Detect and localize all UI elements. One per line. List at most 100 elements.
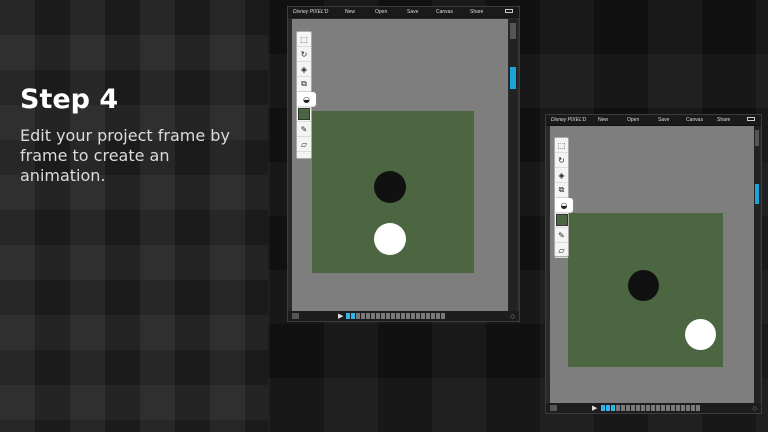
- timeline-frame[interactable]: [656, 405, 660, 411]
- frame-timeline: ▶ ◇: [546, 403, 761, 413]
- pencil-icon[interactable]: ✎: [297, 122, 311, 137]
- timeline-frame[interactable]: [671, 405, 675, 411]
- timeline-frame[interactable]: [626, 405, 630, 411]
- scroll-thumb[interactable]: [755, 184, 759, 204]
- white-circle: [374, 223, 406, 255]
- step-panel: Step 4 Edit your project frame by frame …: [0, 0, 268, 432]
- timeline-menu-button[interactable]: [550, 405, 557, 411]
- rotate-icon[interactable]: ↻: [555, 153, 568, 168]
- play-icon[interactable]: ▶: [338, 312, 343, 320]
- fill-icon[interactable]: ◒: [297, 92, 316, 107]
- menu-bar: Disney PIXEL'D New Open Save Canvas Shar…: [288, 7, 519, 18]
- timeline-frame[interactable]: [386, 313, 390, 319]
- timeline-frame[interactable]: [426, 313, 430, 319]
- artwork-frame: [312, 111, 474, 273]
- timeline-frame[interactable]: [381, 313, 385, 319]
- menu-canvas[interactable]: Canvas: [436, 9, 453, 15]
- tool-palette: ⬚ ↻ ◈ ⧉ ◒ ✎ ▱: [554, 137, 573, 258]
- timeline-frame[interactable]: [661, 405, 665, 411]
- menu-new[interactable]: New: [598, 117, 608, 123]
- timeline-frame[interactable]: [436, 313, 440, 319]
- drawing-canvas[interactable]: ⬚ ↻ ◈ ⧉ ◒ ✎ ▱: [550, 126, 756, 404]
- timeline-frame[interactable]: [371, 313, 375, 319]
- timeline-frame[interactable]: [606, 405, 610, 411]
- menu-share[interactable]: Share: [717, 117, 730, 123]
- black-circle: [628, 270, 659, 301]
- fill-icon[interactable]: ◒: [555, 198, 573, 213]
- scroll-thumb[interactable]: [510, 67, 516, 89]
- timeline-frame[interactable]: [696, 405, 700, 411]
- copy-icon[interactable]: ⧉: [297, 77, 311, 92]
- onion-skin-icon[interactable]: ◇: [510, 313, 515, 320]
- scroll-handle[interactable]: [755, 130, 759, 146]
- select-icon[interactable]: ⬚: [555, 138, 568, 153]
- timeline-frame[interactable]: [401, 313, 405, 319]
- eraser-icon[interactable]: ▱: [297, 137, 311, 152]
- layer-icon[interactable]: ◈: [297, 62, 311, 77]
- menu-canvas[interactable]: Canvas: [686, 117, 703, 123]
- menu-bar: Disney PIXEL'D New Open Save Canvas Shar…: [546, 115, 761, 126]
- timeline-frame[interactable]: [651, 405, 655, 411]
- copy-icon[interactable]: ⧉: [555, 183, 568, 198]
- menu-save[interactable]: Save: [658, 117, 669, 123]
- frame-strip[interactable]: [601, 405, 700, 411]
- timeline-frame[interactable]: [406, 313, 410, 319]
- timeline-frame[interactable]: [681, 405, 685, 411]
- select-icon[interactable]: ⬚: [297, 32, 311, 47]
- timeline-frame[interactable]: [431, 313, 435, 319]
- swatch-color: [298, 108, 310, 120]
- swatch-color: [555, 214, 568, 226]
- pencil-icon[interactable]: ✎: [555, 228, 568, 243]
- app-window-frame-1: Disney PIXEL'D New Open Save Canvas Shar…: [287, 6, 520, 322]
- play-icon[interactable]: ▶: [592, 404, 597, 412]
- timeline-frame[interactable]: [366, 313, 370, 319]
- timeline-frame[interactable]: [686, 405, 690, 411]
- scroll-handle[interactable]: [510, 23, 516, 39]
- timeline-frame[interactable]: [666, 405, 670, 411]
- eraser-icon[interactable]: ▱: [555, 243, 568, 258]
- timeline-frame[interactable]: [361, 313, 365, 319]
- timeline-frame[interactable]: [376, 313, 380, 319]
- timeline-frame[interactable]: [346, 313, 350, 319]
- app-window-frame-2: Disney PIXEL'D New Open Save Canvas Shar…: [545, 114, 762, 414]
- timeline-frame[interactable]: [441, 313, 445, 319]
- vertical-scrollbar[interactable]: [509, 19, 517, 315]
- menu-open[interactable]: Open: [375, 9, 387, 15]
- color-swatch[interactable]: [555, 213, 568, 228]
- timeline-frame[interactable]: [411, 313, 415, 319]
- timeline-menu-button[interactable]: [292, 313, 299, 319]
- step-title: Step 4: [20, 84, 119, 115]
- onion-skin-icon[interactable]: ◇: [752, 405, 757, 412]
- timeline-frame[interactable]: [611, 405, 615, 411]
- app-logo: Disney PIXEL'D: [551, 117, 587, 123]
- menu-save[interactable]: Save: [407, 9, 418, 15]
- timeline-frame[interactable]: [601, 405, 605, 411]
- timeline-frame[interactable]: [351, 313, 355, 319]
- menu-share[interactable]: Share: [470, 9, 483, 15]
- layer-icon[interactable]: ◈: [555, 168, 568, 183]
- timeline-frame[interactable]: [646, 405, 650, 411]
- vertical-scrollbar[interactable]: [754, 126, 760, 404]
- timeline-frame[interactable]: [421, 313, 425, 319]
- white-circle: [685, 319, 716, 350]
- frame-strip[interactable]: [346, 313, 445, 319]
- timeline-frame[interactable]: [391, 313, 395, 319]
- drawing-canvas[interactable]: ⬚ ↻ ◈ ⧉ ◒ ✎ ▱: [292, 19, 508, 315]
- timeline-frame[interactable]: [631, 405, 635, 411]
- black-circle: [374, 171, 406, 203]
- tool-palette: ⬚ ↻ ◈ ⧉ ◒ ✎ ▱: [296, 31, 316, 159]
- timeline-frame[interactable]: [676, 405, 680, 411]
- timeline-frame[interactable]: [356, 313, 360, 319]
- menu-new[interactable]: New: [345, 9, 355, 15]
- timeline-frame[interactable]: [616, 405, 620, 411]
- timeline-frame[interactable]: [396, 313, 400, 319]
- timeline-frame[interactable]: [416, 313, 420, 319]
- timeline-frame[interactable]: [621, 405, 625, 411]
- timeline-frame[interactable]: [636, 405, 640, 411]
- rotate-icon[interactable]: ↻: [297, 47, 311, 62]
- menu-open[interactable]: Open: [627, 117, 639, 123]
- battery-icon: [505, 9, 513, 13]
- color-swatch[interactable]: [297, 107, 311, 122]
- timeline-frame[interactable]: [641, 405, 645, 411]
- timeline-frame[interactable]: [691, 405, 695, 411]
